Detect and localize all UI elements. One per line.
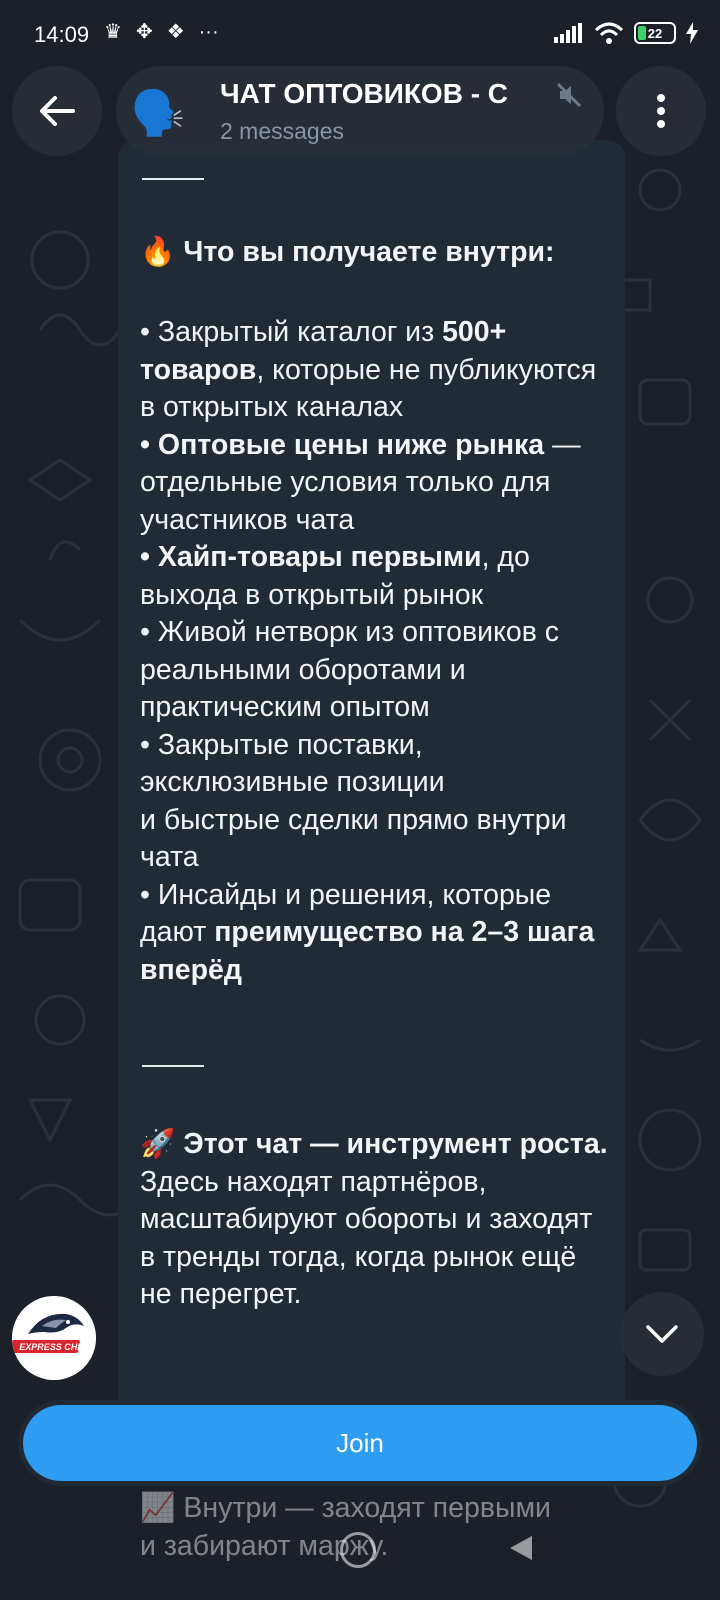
chat-subtitle: 2 messages [220, 118, 345, 144]
list-item: • Живой нетворк из оптовиков с реальными… [140, 616, 560, 723]
more-menu-button[interactable] [616, 66, 706, 156]
signal-icon [554, 23, 582, 43]
status-system-icons: 22 [554, 22, 698, 44]
status-time: 14:09 [34, 22, 90, 47]
section-growth: 🚀 Этот чат — инструмент роста. Здесь нах… [140, 1126, 610, 1314]
list-item: • Оптовые цены ниже рынка — отдельные ус… [140, 428, 581, 536]
battery-level: 22 [647, 25, 663, 41]
join-button[interactable]: Join [23, 1405, 697, 1481]
list-item: • Инсайды и решения, которые дают преиму… [140, 878, 595, 986]
chart-up-icon: 📈 [140, 1492, 176, 1524]
logo-text: EXPRESS CHINA [19, 1342, 93, 1352]
chevron-down-icon [646, 1325, 678, 1343]
nav-back-icon[interactable] [508, 1534, 534, 1562]
chat-avatar: 🗣️ [130, 89, 186, 138]
benefits-list: • Закрытый каталог из 500+ товаров, кото… [140, 314, 610, 989]
fire-icon: 🔥 [140, 236, 176, 268]
more-dots-icon: ··· [198, 21, 219, 43]
section-title-what-you-get: 🔥 Что вы получаете внутри: [140, 236, 555, 268]
message-bubble: 🔥 Что вы получаете внутри: • Закрытый ка… [118, 140, 625, 1425]
muted-icon [556, 82, 582, 108]
list-item: • Хайп-товары первыми, до выхода в откры… [140, 541, 530, 611]
chat-title-bar[interactable]: 🗣️ ЧАТ ОПТОВИКОВ - С 2 messages [116, 66, 604, 156]
growth-text: Здесь находят партнёров, масштабируют об… [140, 1165, 593, 1311]
separator-line [142, 1065, 204, 1067]
battery-icon: 22 [634, 22, 676, 44]
more-vertical-icon [657, 94, 665, 128]
scroll-down-button[interactable] [620, 1292, 704, 1376]
list-item: • Закрытый каталог из 500+ товаров, кото… [140, 316, 597, 423]
nav-home-button[interactable] [340, 1532, 376, 1568]
sender-avatar[interactable]: EXPRESS CHINA [12, 1296, 96, 1380]
rocket-icon: 🚀 [140, 1128, 176, 1160]
status-bar: 14:09 ♛ ✥ ❖ ··· 22 [0, 0, 720, 64]
back-button[interactable] [12, 66, 102, 156]
status-notification-icons: ♛ ✥ ❖ ··· [104, 20, 219, 44]
crown-icon: ♛ [104, 21, 122, 43]
wifi-icon [594, 22, 624, 44]
binance-icon: ❖ [166, 21, 185, 43]
separator-line [142, 178, 204, 180]
list-item: • Закрытые поставки, эксклюзивные позици… [140, 728, 567, 874]
charging-icon [686, 22, 698, 44]
move-icon: ✥ [135, 21, 153, 43]
arrow-left-icon [40, 96, 75, 126]
join-bar: Join [18, 1400, 702, 1486]
chat-title: ЧАТ ОПТОВИКОВ - С [220, 78, 509, 109]
express-china-logo: EXPRESS CHINA [12, 1296, 96, 1380]
